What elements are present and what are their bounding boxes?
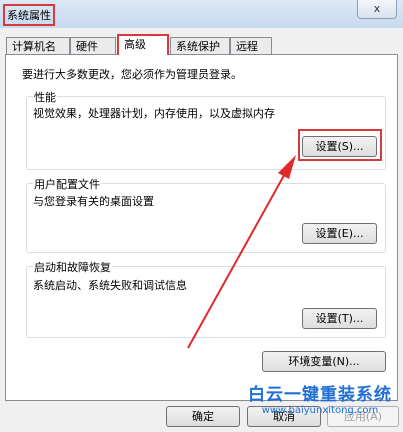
tab-advanced[interactable]: 高级 [117,34,169,55]
watermark-url: www.baiyunxitong.com [261,405,379,416]
watermark-title: 白云一键重装系统 [248,385,392,405]
watermark: 白云一键重装系统 www.baiyunxitong.com [240,380,400,416]
annotation-arrow [187,155,296,349]
